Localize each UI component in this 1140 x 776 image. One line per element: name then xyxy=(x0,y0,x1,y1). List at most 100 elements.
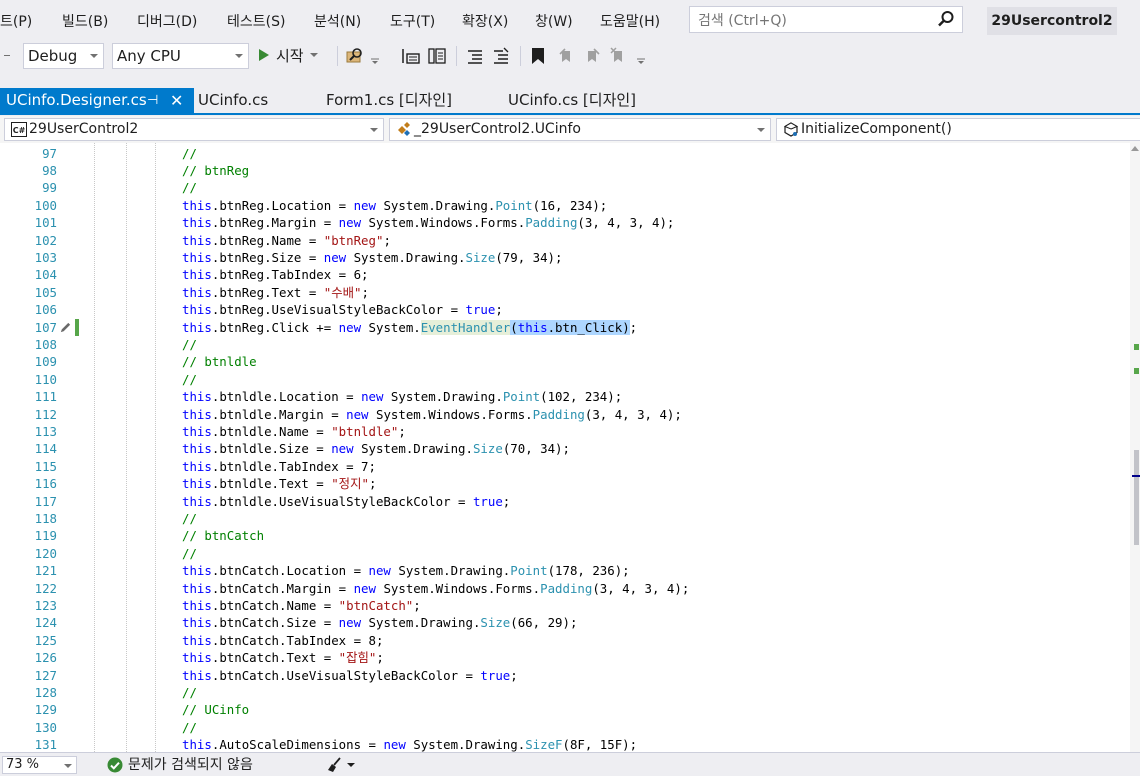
scroll-up-arrow-icon[interactable] xyxy=(1131,146,1139,151)
code-line[interactable]: 114 this.btnldle.Size = new System.Drawin… xyxy=(0,440,1130,457)
menu-item-debug[interactable]: 디버그(D) xyxy=(137,11,197,31)
member-select[interactable]: InitializeComponent() xyxy=(776,118,1140,141)
platform-select[interactable]: Any CPU xyxy=(112,43,249,69)
code-line[interactable]: 108 // xyxy=(0,336,1130,353)
menu-item-analyze[interactable]: 분석(N) xyxy=(314,11,361,31)
clear-bookmarks-icon[interactable] xyxy=(608,46,630,66)
step-into-icon[interactable] xyxy=(400,46,422,66)
search-input[interactable] xyxy=(696,10,930,31)
code-text[interactable]: this.btnldle.Text = "정지"; xyxy=(182,475,376,492)
code-text[interactable]: this.AutoScaleDimensions = new System.Dr… xyxy=(182,736,637,752)
code-line[interactable]: 118 // xyxy=(0,510,1130,527)
code-line[interactable]: 104 this.btnReg.TabIndex = 6; xyxy=(0,266,1130,283)
code-text[interactable]: // btnReg xyxy=(182,162,249,179)
code-line[interactable]: 102 this.btnReg.Name = "btnReg"; xyxy=(0,232,1130,249)
outline-icon[interactable] xyxy=(426,46,448,66)
config-select[interactable]: Debug xyxy=(23,43,104,69)
comment-lines-icon[interactable] xyxy=(465,46,487,66)
code-text[interactable]: this.btnldle.Location = new System.Drawi… xyxy=(182,388,622,405)
code-line[interactable]: 107 this.btnReg.Click += new System.Event… xyxy=(0,318,1130,336)
chevron-down-icon[interactable] xyxy=(347,763,355,768)
tab-ucinfo[interactable]: UCinfo.cs xyxy=(198,88,268,113)
code-line[interactable]: 120 // xyxy=(0,545,1130,562)
code-cleanup-icon[interactable] xyxy=(325,756,343,774)
uncomment-lines-icon[interactable] xyxy=(491,46,513,66)
code-text[interactable]: this.btnReg.Size = new System.Drawing.Si… xyxy=(182,249,562,266)
chevron-down-icon[interactable] xyxy=(637,57,645,65)
find-in-files-icon[interactable] xyxy=(344,46,366,66)
type-select[interactable]: _29UserControl2.UCinfo xyxy=(389,118,771,141)
toolbar-overflow-icon[interactable] xyxy=(4,55,10,56)
tab-form1-designer[interactable]: Form1.cs [디자인] xyxy=(326,88,452,113)
issues-status[interactable]: 문제가 검색되지 않음 xyxy=(128,756,253,774)
code-text[interactable]: this.btnCatch.Margin = new System.Window… xyxy=(182,580,689,597)
code-line[interactable]: 125 this.btnCatch.TabIndex = 8; xyxy=(0,632,1130,649)
scrollbar-thumb[interactable] xyxy=(1134,450,1139,545)
code-line[interactable]: 127 this.btnCatch.UseVisualStyleBackColor… xyxy=(0,667,1130,684)
menu-item-help[interactable]: 도움말(H) xyxy=(600,11,660,31)
code-line[interactable]: 124 this.btnCatch.Size = new System.Drawi… xyxy=(0,614,1130,631)
next-bookmark-icon[interactable] xyxy=(582,46,604,66)
code-line[interactable]: 111 this.btnldle.Location = new System.Dr… xyxy=(0,388,1130,405)
zoom-select[interactable]: 73 % xyxy=(2,756,77,774)
code-text[interactable]: this.btnCatch.UseVisualStyleBackColor = … xyxy=(182,667,518,684)
vertical-scrollbar[interactable] xyxy=(1130,143,1140,752)
code-line[interactable]: 130 // xyxy=(0,719,1130,736)
menu-item-tools[interactable]: 도구(T) xyxy=(390,11,435,31)
chevron-down-icon[interactable] xyxy=(371,57,379,65)
code-text[interactable]: this.btnCatch.Location = new System.Draw… xyxy=(182,562,630,579)
code-line[interactable]: 116 this.btnldle.Text = "정지"; xyxy=(0,475,1130,492)
code-text[interactable]: this.btnldle.TabIndex = 7; xyxy=(182,458,376,475)
code-line[interactable]: 119 // btnCatch xyxy=(0,527,1130,544)
code-text[interactable]: // xyxy=(182,510,197,527)
code-line[interactable]: 101 this.btnReg.Margin = new System.Windo… xyxy=(0,214,1130,231)
code-text[interactable]: this.btnReg.UseVisualStyleBackColor = tr… xyxy=(182,301,503,318)
previous-bookmark-icon[interactable] xyxy=(556,46,578,66)
code-line[interactable]: 97 // xyxy=(0,145,1130,162)
code-line[interactable]: 112 this.btnldle.Margin = new System.Wind… xyxy=(0,406,1130,423)
code-text[interactable]: this.btnldle.UseVisualStyleBackColor = t… xyxy=(182,493,510,510)
code-text[interactable]: this.btnCatch.Name = "btnCatch"; xyxy=(182,597,421,614)
code-text[interactable]: // xyxy=(182,145,197,162)
menu-item-project[interactable]: 트(P) xyxy=(0,11,32,31)
code-text[interactable]: this.btnReg.Name = "btnReg"; xyxy=(182,232,391,249)
code-line[interactable]: 121 this.btnCatch.Location = new System.D… xyxy=(0,562,1130,579)
search-box[interactable] xyxy=(689,6,963,33)
code-editor[interactable]: 97 // 98 // btnReg 99 // 100 this.btnReg.Locati… xyxy=(0,143,1130,752)
code-line[interactable]: 105 this.btnReg.Text = "수배"; xyxy=(0,284,1130,301)
menu-item-build[interactable]: 빌드(B) xyxy=(62,11,108,31)
code-text[interactable]: // xyxy=(182,179,197,196)
edit-pencil-icon[interactable] xyxy=(59,321,72,334)
code-line[interactable]: 99 // xyxy=(0,179,1130,196)
code-text[interactable]: this.btnCatch.Size = new System.Drawing.… xyxy=(182,614,577,631)
code-text[interactable]: // btnldle xyxy=(182,353,257,370)
code-line[interactable]: 115 this.btnldle.TabIndex = 7; xyxy=(0,458,1130,475)
project-select[interactable]: C# 29UserControl2 xyxy=(4,118,384,141)
code-text[interactable]: this.btnReg.TabIndex = 6; xyxy=(182,266,369,283)
code-text[interactable]: // xyxy=(182,684,197,701)
bookmark-icon[interactable] xyxy=(528,46,550,66)
code-text[interactable]: // xyxy=(182,545,197,562)
code-text[interactable]: this.btnReg.Click += new System.EventHan… xyxy=(182,319,637,336)
code-line[interactable]: 117 this.btnldle.UseVisualStyleBackColor … xyxy=(0,493,1130,510)
code-line[interactable]: 122 this.btnCatch.Margin = new System.Win… xyxy=(0,580,1130,597)
code-line[interactable]: 129 // UCinfo xyxy=(0,701,1130,718)
code-text[interactable]: this.btnCatch.Text = "잡힘"; xyxy=(182,649,384,666)
code-line[interactable]: 126 this.btnCatch.Text = "잡힘"; xyxy=(0,649,1130,666)
code-text[interactable]: // xyxy=(182,371,197,388)
code-line[interactable]: 100 this.btnReg.Location = new System.Dra… xyxy=(0,197,1130,214)
code-text[interactable]: // btnCatch xyxy=(182,527,264,544)
start-button[interactable]: 시작 xyxy=(258,44,318,68)
code-text[interactable]: this.btnldle.Margin = new System.Windows… xyxy=(182,406,682,423)
tab-ucinfo-designer[interactable]: UCinfo.Designer.cs ⊣ ✕ xyxy=(0,88,194,113)
code-text[interactable]: this.btnReg.Text = "수배"; xyxy=(182,284,369,301)
code-text[interactable]: this.btnReg.Location = new System.Drawin… xyxy=(182,197,607,214)
code-line[interactable]: 98 // btnReg xyxy=(0,162,1130,179)
code-text[interactable]: this.btnldle.Size = new System.Drawing.S… xyxy=(182,440,570,457)
code-line[interactable]: 109 // btnldle xyxy=(0,353,1130,370)
close-icon[interactable]: ✕ xyxy=(170,88,183,113)
code-line[interactable]: 131 this.AutoScaleDimensions = new System… xyxy=(0,736,1130,752)
code-text[interactable]: // UCinfo xyxy=(182,701,249,718)
code-text[interactable]: this.btnReg.Margin = new System.Windows.… xyxy=(182,214,674,231)
code-text[interactable]: // xyxy=(182,336,197,353)
